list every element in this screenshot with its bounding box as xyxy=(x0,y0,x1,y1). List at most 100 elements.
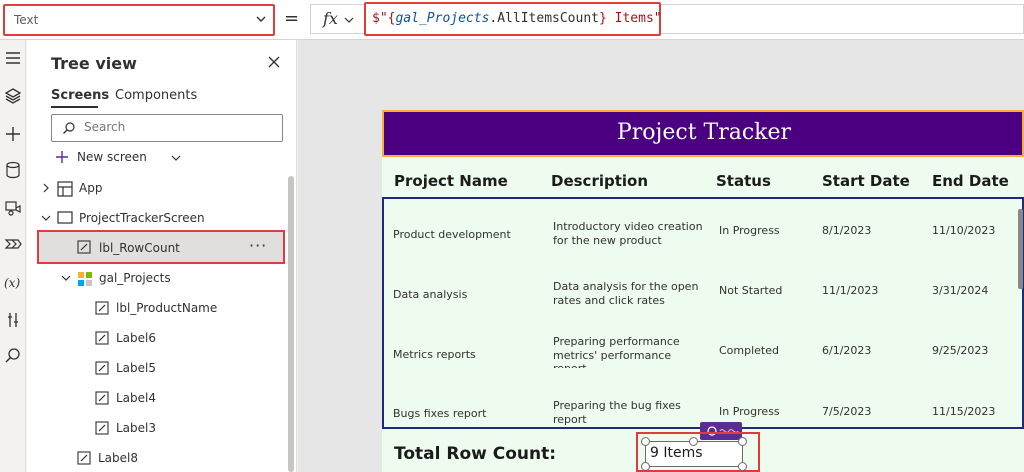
formula-bar: Text = fx $"{gal_Projects.AllItemsCount}… xyxy=(0,0,1024,40)
cell-description: metrics' performance xyxy=(553,349,672,362)
column-header-start-date: Start Date xyxy=(822,172,910,190)
cell-description: Data analysis for the open xyxy=(553,280,699,293)
left-rail: (x) xyxy=(0,40,26,472)
tree-node-label4[interactable]: Label4 xyxy=(27,384,287,412)
cell-description: Preparing the bug fixes xyxy=(553,399,681,412)
property-dropdown[interactable]: Text xyxy=(3,4,275,36)
search-box[interactable] xyxy=(51,114,283,142)
tree-node-label: Label3 xyxy=(116,421,157,435)
label-edit-icon xyxy=(95,331,109,345)
label-edit-icon xyxy=(95,421,109,435)
formula-identifier: gal_Projects xyxy=(395,11,490,26)
cell-end-date: 11/15/2023 xyxy=(932,405,996,418)
label-edit-icon xyxy=(95,391,109,405)
label-edit-icon xyxy=(95,361,109,375)
tree-view-title: Tree view xyxy=(51,54,137,73)
media-icon[interactable] xyxy=(3,198,23,218)
cell-project-name: Metrics reports xyxy=(393,348,476,361)
chevron-down-icon xyxy=(344,17,354,23)
column-header-status: Status xyxy=(716,172,771,190)
tree-node-gallery[interactable]: gal_Projects xyxy=(27,264,287,292)
column-header-project-name: Project Name xyxy=(394,172,508,190)
variables-icon[interactable]: (x) xyxy=(3,272,23,292)
resize-handle[interactable] xyxy=(738,462,747,471)
advanced-tools-icon[interactable] xyxy=(3,310,23,330)
tree-node-product-name[interactable]: lbl_ProductName xyxy=(27,294,287,322)
more-options-icon[interactable]: ··· xyxy=(249,236,267,255)
row-count-value: 9 Items xyxy=(650,445,703,461)
layers-icon[interactable] xyxy=(3,86,23,106)
resize-handle[interactable] xyxy=(689,437,698,446)
cell-project-name: Data analysis xyxy=(393,288,468,301)
formula-suffix: } Items" xyxy=(598,11,662,26)
hamburger-menu-icon[interactable] xyxy=(3,48,23,68)
tree-scrollbar[interactable] xyxy=(288,176,294,472)
cell-start-date: 6/1/2023 xyxy=(822,344,872,357)
cell-description: report xyxy=(553,362,587,368)
label-edit-icon xyxy=(95,301,109,315)
formula-input-extension[interactable] xyxy=(661,4,1024,34)
fx-button[interactable]: fx xyxy=(310,4,364,34)
cell-status: In Progress xyxy=(719,405,780,418)
header-banner: Project Tracker xyxy=(382,110,1024,157)
canvas-area: Project Tracker Project Name Description… xyxy=(298,40,1024,472)
gallery-icon xyxy=(78,272,92,286)
cell-end-date: 9/25/2023 xyxy=(932,344,989,357)
gallery-scrollbar[interactable] xyxy=(1018,209,1023,289)
tree-node-label: Label6 xyxy=(116,331,157,345)
cell-description: rates and click rates xyxy=(553,294,665,307)
tree-node-label5[interactable]: Label5 xyxy=(27,354,287,382)
cell-start-date: 11/1/2023 xyxy=(822,284,879,297)
app-screen: Project Tracker Project Name Description… xyxy=(382,110,1024,472)
total-row-count-label: Total Row Count: xyxy=(394,444,557,464)
tree-node-label8[interactable]: Label8 xyxy=(27,444,287,472)
column-header-end-date: End Date xyxy=(932,172,1009,190)
tree-node-label: gal_Projects xyxy=(99,271,171,285)
formula-input[interactable]: $"{gal_Projects.AllItemsCount} Items" xyxy=(364,2,662,36)
cell-description: Introductory video creation xyxy=(553,220,703,233)
tree-node-label: Label4 xyxy=(116,391,157,405)
plus-icon xyxy=(56,151,68,163)
cell-end-date: 11/10/2023 xyxy=(932,224,996,237)
tab-screens[interactable]: Screens xyxy=(51,88,109,103)
cell-start-date: 7/5/2023 xyxy=(822,405,872,418)
data-cylinder-icon[interactable] xyxy=(3,160,23,180)
resize-handle[interactable] xyxy=(641,437,650,446)
projects-gallery[interactable]: Product development Introductory video c… xyxy=(382,197,1024,429)
power-automate-icon[interactable] xyxy=(3,234,23,254)
svg-text:(x): (x) xyxy=(4,276,20,290)
tree-node-row-count[interactable]: lbl_RowCount ··· xyxy=(37,230,285,264)
search-input[interactable] xyxy=(84,120,264,134)
chevron-down-icon[interactable] xyxy=(61,273,71,283)
app-grid-icon xyxy=(57,181,73,197)
tree-node-screen[interactable]: ProjectTrackerScreen xyxy=(27,204,287,232)
close-icon[interactable] xyxy=(267,55,281,69)
equals-sign: = xyxy=(284,8,300,29)
tree-node-label: Label8 xyxy=(98,451,139,465)
insert-plus-icon[interactable] xyxy=(3,124,23,144)
tree-node-label: Label5 xyxy=(116,361,157,375)
formula-prefix: $"{ xyxy=(372,11,396,26)
new-screen-label: New screen xyxy=(77,150,147,164)
chevron-down-icon[interactable] xyxy=(41,213,51,223)
search-icon[interactable] xyxy=(3,346,23,366)
active-tab-indicator xyxy=(51,106,98,108)
cell-start-date: 8/1/2023 xyxy=(822,224,872,237)
chevron-right-icon[interactable] xyxy=(41,183,51,193)
screen-icon xyxy=(57,211,73,224)
cell-project-name: Product development xyxy=(393,228,511,241)
chevron-down-icon xyxy=(256,16,266,22)
cell-project-name: Bugs fixes report xyxy=(393,407,487,420)
cell-end-date: 3/31/2024 xyxy=(932,284,989,297)
tree-node-label: ProjectTrackerScreen xyxy=(79,211,205,225)
column-header-description: Description xyxy=(551,172,649,190)
resize-handle[interactable] xyxy=(641,462,650,471)
tree-node-label6[interactable]: Label6 xyxy=(27,324,287,352)
cell-description: report xyxy=(553,413,587,426)
tab-components[interactable]: Components xyxy=(115,88,197,103)
tree-node-app[interactable]: App xyxy=(27,174,287,202)
tree-node-label3[interactable]: Label3 xyxy=(27,414,287,442)
search-icon xyxy=(63,122,75,134)
chevron-down-icon xyxy=(171,155,181,161)
resize-handle[interactable] xyxy=(738,437,747,446)
